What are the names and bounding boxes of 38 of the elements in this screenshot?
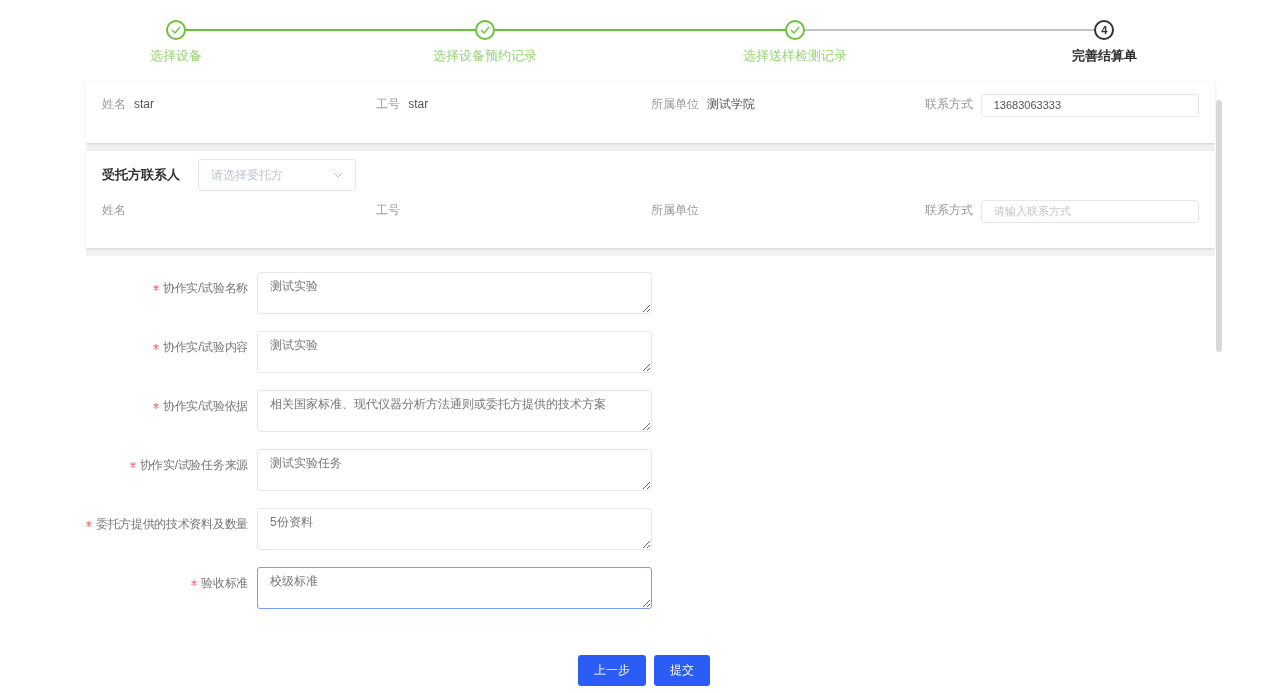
step-label: 完善结算单 (1071, 47, 1137, 65)
field-label: 姓名 (102, 201, 126, 219)
field-label: 所属单位 (650, 201, 699, 219)
step-button[interactable]: 提交 (654, 654, 710, 686)
text-area-field[interactable]: 相关国家标准、现代仪器分析方法通则或委托方提供的技术方案 (257, 389, 652, 432)
field-label: 所属单位 (650, 95, 699, 113)
check-icon (170, 26, 181, 34)
form-label: 验收标准 (201, 574, 248, 592)
form-label: 协作实/试验名称 (163, 279, 248, 297)
field-label: 工号 (376, 201, 401, 219)
chevron-down-icon (333, 171, 343, 178)
form-label: 协作实/试验内容 (163, 338, 248, 356)
step-marker: 4 (1094, 20, 1115, 40)
select-placeholder: 请选择受托方 (211, 166, 283, 184)
text-area-field[interactable]: 测试实验 (257, 271, 652, 314)
text-area-field[interactable]: 测试实验任务 (257, 448, 652, 491)
step-label: 选择送样检测记录 (742, 47, 847, 65)
step-label: 选择设备预约记录 (433, 47, 538, 65)
form-label: 协作实/试验依据 (163, 397, 248, 415)
text-area-field[interactable]: 校级标准 (257, 566, 652, 609)
step-button[interactable]: 上一步 (578, 654, 646, 686)
field-value: star (408, 95, 429, 113)
field-label: 联系方式 (924, 201, 973, 219)
field-label: 工号 (376, 95, 401, 113)
field-label: 联系方式 (924, 95, 973, 113)
form-label: 协作实/试验任务来源 (139, 456, 248, 474)
contact-input-field[interactable]: 13683063333 (980, 93, 1199, 117)
field-label: 姓名 (102, 95, 126, 113)
form-label: 委托方提供的技术资料及数量 (95, 515, 248, 533)
scrollbar[interactable] (1216, 99, 1222, 352)
section-title: 受托方联系人 (102, 165, 180, 184)
check-icon (789, 26, 800, 34)
field-value: 测试学院 (706, 95, 755, 113)
field-value: star (134, 95, 154, 113)
step-label: 选择设备 (149, 47, 202, 65)
text-area-field[interactable]: 5份资料 (257, 507, 652, 550)
check-icon (480, 26, 491, 34)
text-area-field[interactable]: 测试实验 (257, 330, 652, 373)
